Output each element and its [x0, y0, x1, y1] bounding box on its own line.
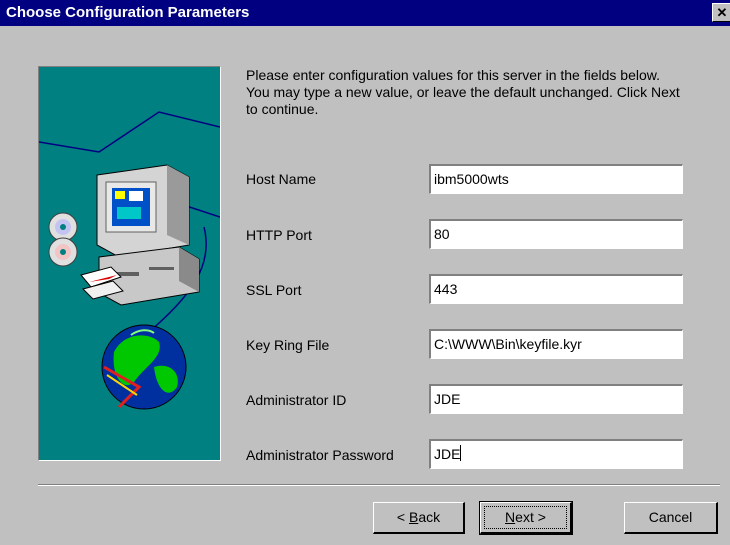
administrator-password-label: Administrator Password: [246, 447, 394, 463]
back-button-prefix: <: [396, 509, 409, 525]
back-button-mnemonic: B: [408, 509, 419, 525]
button-divider: [38, 484, 720, 486]
ssl-port-field[interactable]: 443: [429, 274, 683, 304]
text-caret: [460, 445, 462, 461]
http-port-label: HTTP Port: [246, 227, 312, 243]
globe-icon: [101, 324, 187, 410]
wizard-side-image: [38, 66, 221, 461]
wizard-illustration: [39, 111, 220, 410]
intro-text: Please enter configuration values for th…: [246, 67, 680, 117]
host-name-label: Host Name: [246, 171, 317, 187]
cd-disc-icon: [48, 212, 78, 267]
administrator-password-value: JDE: [434, 446, 461, 462]
key-ring-file-label: Key Ring File: [246, 337, 330, 353]
cancel-button[interactable]: Cancel: [624, 502, 718, 534]
back-button[interactable]: < Back: [373, 502, 465, 534]
focus-rect: [484, 506, 567, 529]
http-port-field[interactable]: 80: [429, 219, 683, 249]
key-ring-file-field[interactable]: C:\WWW\Bin\keyfile.kyr: [429, 329, 683, 359]
administrator-id-field[interactable]: JDE: [429, 384, 683, 414]
window-title: Choose Configuration Parameters: [6, 4, 250, 21]
administrator-password-field[interactable]: JDE: [429, 439, 683, 469]
next-button[interactable]: Next >: [479, 501, 573, 535]
host-name-field[interactable]: ibm5000wts: [429, 164, 683, 194]
back-button-label: ack: [418, 509, 441, 525]
close-icon[interactable]: ✕: [712, 3, 730, 22]
title-bar: Choose Configuration Parameters ✕: [0, 0, 730, 26]
close-glyph: ✕: [716, 5, 728, 20]
administrator-id-label: Administrator ID: [246, 392, 347, 408]
ssl-port-label: SSL Port: [246, 282, 302, 298]
